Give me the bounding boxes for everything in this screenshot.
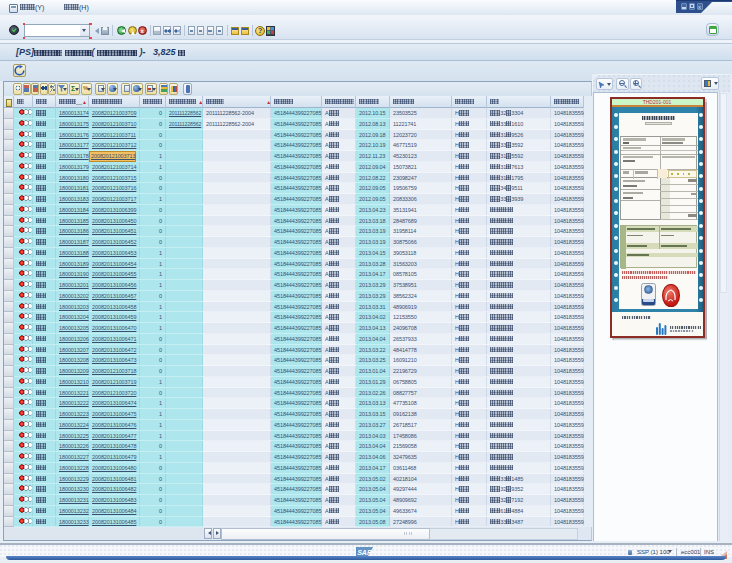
svg-text:SAP: SAP bbox=[357, 549, 372, 556]
